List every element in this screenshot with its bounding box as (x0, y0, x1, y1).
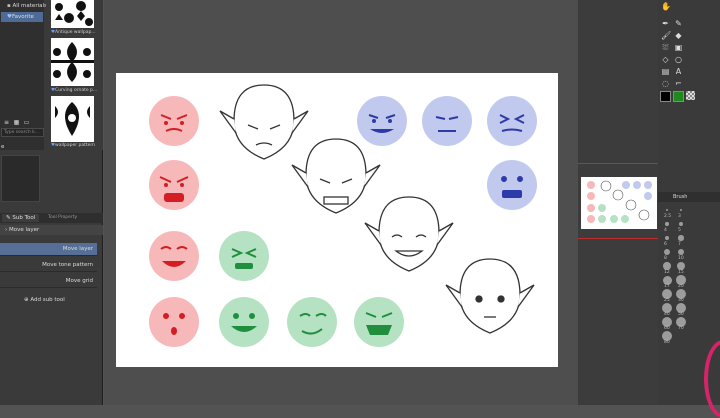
subtool-move-layer[interactable]: Move layer (0, 243, 97, 256)
brush-size-label: 12 (664, 270, 670, 275)
left-panel: ▪ All materials ♥Favorite Type search k.… (0, 0, 103, 405)
figure-icon[interactable]: ◇ (661, 55, 670, 64)
sub-color-swatch[interactable] (673, 91, 684, 102)
red-expression-angry (149, 96, 199, 146)
material-folder-all[interactable]: ▪ All materials (1, 1, 47, 11)
brush-size-label: 7 (678, 242, 681, 247)
text-icon[interactable]: A (674, 67, 683, 76)
brush-size-label: 2.5 (664, 214, 672, 219)
list-icon[interactable]: ≡ (2, 118, 11, 127)
damask-pattern-thumb (51, 38, 94, 86)
material-search-input[interactable]: Type search k... (1, 128, 44, 137)
brush-icon: ✎ (6, 215, 11, 221)
navigator-frame-bottom (578, 238, 658, 239)
blue-expression-smug (357, 96, 407, 146)
brush-size-label: 4 (664, 228, 667, 233)
tool-palette: ✋ ✒ ✎ 🖌 ◆ ⛆ ▣ ◇ ○ ▤ A ◌ ⌐ Brush 2.5 3 4 5 6 7… (658, 0, 720, 405)
canvas-paper[interactable] (116, 73, 558, 367)
red-expression-furious (149, 160, 199, 210)
brush-size-option[interactable] (666, 209, 668, 211)
brush-size-label: 5 (678, 228, 681, 233)
lasso-icon[interactable]: ◌ (661, 79, 670, 88)
folder-icon: ▪ (7, 3, 11, 9)
sketch-head-grimace (291, 138, 381, 214)
brush-size-label: 3 (678, 214, 681, 219)
subtool-move-grid[interactable]: Move grid (0, 275, 97, 288)
brush-size-option[interactable] (678, 235, 684, 241)
grid-icon[interactable]: ▦ (12, 118, 21, 127)
brush-size-option[interactable] (663, 262, 671, 270)
blue-expression-annoyed (422, 96, 472, 146)
thumbnail-label: ♥Curving ornate p... (51, 88, 98, 93)
brush-size-header: Brush (658, 192, 720, 202)
subtool-tabs: ✎ Sub Tool Tool Property (0, 213, 103, 223)
material-thumbnail[interactable] (51, 96, 94, 142)
brush-size-option[interactable] (677, 248, 685, 256)
brush-size-label: 8 (664, 256, 667, 261)
material-toolbar: ≡ ▦ ▭ (0, 118, 44, 126)
pencil-icon[interactable]: ✎ (674, 19, 683, 28)
main-color-swatch[interactable] (660, 91, 671, 102)
tab-tool-property[interactable]: Tool Property (44, 214, 81, 222)
subtool-move-tone-pattern[interactable]: Move tone pattern (0, 259, 97, 272)
fill-icon[interactable]: ⛆ (661, 43, 670, 52)
material-preview-box (1, 155, 40, 202)
brush-size-option[interactable] (676, 261, 686, 271)
right-panel: ✋ ✒ ✎ 🖌 ◆ ⛆ ▣ ◇ ○ ▤ A ◌ ⌐ Brush 2.5 3 4 5 6 7… (578, 0, 720, 418)
subtool-group-title: › Move layer (0, 225, 103, 235)
gradient-icon[interactable]: ▣ (674, 43, 683, 52)
transparent-color-swatch[interactable] (686, 91, 695, 100)
blue-expression-wince (487, 96, 537, 146)
sketch-head-neutral (445, 258, 535, 334)
material-thumbnail[interactable] (51, 0, 94, 28)
material-thumbnail[interactable] (51, 38, 94, 86)
sketch-head-angry (219, 84, 309, 160)
brush-size-label: 70 (678, 326, 684, 331)
red-expression-grin (149, 231, 199, 281)
brush-size-label: 10 (678, 256, 684, 261)
pen-icon[interactable]: ✒ (661, 19, 670, 28)
brush-size-label: 80 (664, 340, 670, 345)
green-expression-smirk (287, 297, 337, 347)
material-tree: ▪ All materials ♥Favorite Type search k.… (0, 0, 47, 202)
brush-size-option[interactable] (679, 208, 683, 212)
material-folder-favorite[interactable]: ♥Favorite (1, 12, 43, 22)
add-sub-tool-button[interactable]: ⊕ Add sub tool (24, 296, 65, 305)
brush-size-option[interactable] (665, 222, 669, 226)
damask-pattern-thumb (51, 0, 94, 28)
thumbnail-label: ♥wallpaper pattern (51, 143, 96, 148)
blue-expression-shock (487, 160, 537, 210)
tab-sub-tool[interactable]: ✎ Sub Tool (2, 214, 40, 222)
navigator-preview[interactable] (581, 177, 657, 229)
damask-pattern-thumb (51, 96, 94, 142)
ruler-icon[interactable]: ⌐ (674, 79, 683, 88)
brush-size-option[interactable] (663, 248, 671, 256)
sketch-head-grin (364, 196, 454, 272)
add-icon: ⊕ (24, 297, 29, 303)
expression-sheet (149, 84, 537, 347)
canvas-area[interactable] (104, 0, 578, 405)
frame-icon[interactable]: ▤ (661, 67, 670, 76)
material-thumbnails: ♥Antique wallpap... ♥Curving ornate p...… (46, 0, 103, 150)
green-expression-roar (354, 297, 404, 347)
navigator-frame-top (578, 163, 658, 164)
brush-size-option[interactable] (678, 221, 684, 227)
brush-size-label: 6 (664, 242, 667, 247)
chevron-right-icon: › (5, 227, 8, 233)
ellipse-icon[interactable]: ○ (674, 55, 683, 64)
layer-label: e (1, 144, 5, 150)
eraser-icon[interactable]: ◆ (674, 31, 683, 40)
red-expression-surprised (149, 297, 199, 347)
folder-icon[interactable]: ▭ (22, 118, 31, 127)
green-expression-squint (219, 231, 269, 281)
brush-icon[interactable]: 🖌 (661, 31, 671, 40)
brush-size-option[interactable] (664, 235, 670, 241)
green-expression-smile (219, 297, 269, 347)
navigator-thumbnail (587, 180, 652, 223)
thumbnail-label: ♥Antique wallpap... (51, 30, 96, 35)
hand-icon[interactable]: ✋ (661, 2, 671, 11)
